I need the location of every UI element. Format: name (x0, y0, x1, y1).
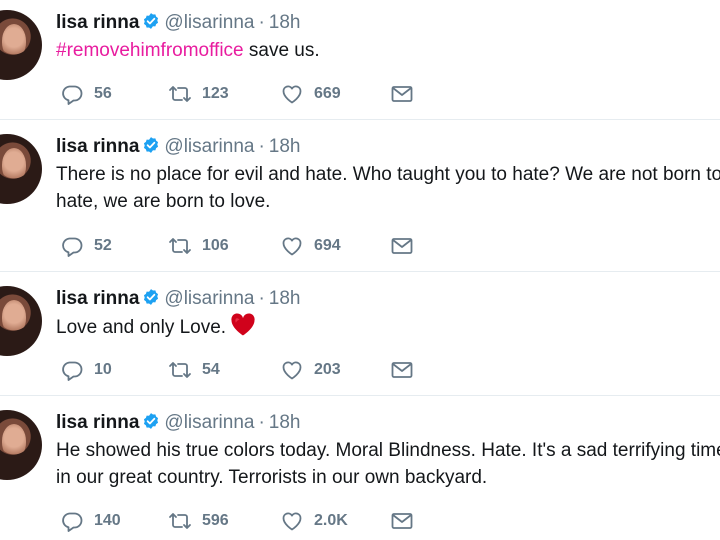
like-count: 694 (314, 237, 341, 254)
avatar[interactable] (0, 286, 42, 356)
like-button[interactable]: 694 (280, 234, 341, 258)
timestamp[interactable]: 18h (269, 288, 301, 309)
retweet-icon (169, 86, 191, 102)
like-button[interactable]: 203 (280, 358, 341, 382)
author-handle[interactable]: @lisarinna (164, 136, 254, 157)
tweet[interactable]: lisa rinna @lisarinna · 18h He showed his t… (0, 396, 720, 540)
author-handle[interactable]: @lisarinna (164, 288, 254, 309)
separator-dot: · (258, 412, 265, 433)
author-name[interactable]: lisa rinna (56, 136, 139, 157)
retweet-button[interactable]: 123 (168, 82, 229, 106)
direct-message-icon (391, 513, 413, 529)
like-icon (282, 85, 302, 104)
direct-message-icon (391, 362, 413, 378)
tweet[interactable]: lisa rinna @lisarinna · 18h Love and only L… (0, 272, 720, 394)
like-icon (282, 361, 302, 380)
avatar[interactable] (0, 134, 42, 204)
author-handle[interactable]: @lisarinna (164, 412, 254, 433)
direct-message-button[interactable] (390, 358, 414, 382)
reply-button[interactable]: 52 (60, 234, 112, 258)
tweet-text-line: Love and only Love. (56, 317, 227, 338)
tweet-text: There is no place for evil and hate. Who… (56, 161, 720, 215)
tweet-header: lisa rinna @lisarinna · 18h (56, 136, 301, 158)
tweet[interactable]: lisa rinna @lisarinna · 18h There is no pla… (0, 120, 720, 270)
reply-count: 10 (94, 361, 112, 378)
author-handle[interactable]: @lisarinna (164, 12, 254, 33)
timestamp[interactable]: 18h (269, 12, 301, 33)
retweet-button[interactable]: 106 (168, 234, 229, 258)
like-count: 203 (314, 361, 341, 378)
reply-icon (62, 237, 83, 257)
retweet-button[interactable]: 54 (168, 358, 220, 382)
like-count: 669 (314, 85, 341, 102)
tweet-text-line: in our great country. Terrorists in our … (56, 467, 488, 488)
author-name[interactable]: lisa rinna (56, 288, 139, 309)
tweet-text: #removehimfromoffice save us. (56, 37, 320, 64)
tweet-actions: 140 596 2.0K (60, 509, 440, 533)
reply-button[interactable]: 140 (60, 509, 121, 533)
separator-dot: · (258, 288, 265, 309)
retweet-button[interactable]: 596 (168, 509, 229, 533)
like-icon (282, 237, 302, 256)
reply-icon (62, 85, 83, 105)
tweet-text-line: hate, we are born to love. (56, 191, 271, 212)
retweet-icon (169, 362, 191, 378)
retweet-count: 596 (202, 512, 229, 529)
timestamp[interactable]: 18h (269, 136, 301, 157)
hashtag-link[interactable]: #removehimfromoffice (56, 40, 244, 61)
like-button[interactable]: 669 (280, 82, 341, 106)
reply-button[interactable]: 56 (60, 82, 112, 106)
retweet-icon (169, 238, 191, 254)
tweet-actions: 10 54 203 (60, 358, 440, 382)
author-name[interactable]: lisa rinna (56, 412, 139, 433)
reply-button[interactable]: 10 (60, 358, 112, 382)
verified-badge-icon (144, 413, 159, 429)
verified-badge-icon (144, 289, 159, 305)
separator-dot: · (258, 136, 265, 157)
tweet-text-line: save us. (243, 40, 320, 61)
tweet-text: He showed his true colors today. Moral B… (56, 437, 720, 491)
reply-icon (62, 361, 83, 381)
direct-message-button[interactable] (390, 82, 414, 106)
verified-badge-icon (144, 13, 159, 29)
avatar[interactable] (0, 410, 42, 480)
author-name[interactable]: lisa rinna (56, 12, 139, 33)
tweet-text: Love and only Love. (56, 313, 256, 341)
tweet-header: lisa rinna @lisarinna · 18h (56, 288, 301, 310)
tweet-header: lisa rinna @lisarinna · 18h (56, 412, 301, 434)
retweet-count: 106 (202, 237, 229, 254)
reply-count: 56 (94, 85, 112, 102)
separator-dot: · (258, 12, 265, 33)
direct-message-icon (391, 238, 413, 254)
tweet[interactable]: lisa rinna @lisarinna · 18h #removehimfromo… (0, 0, 720, 118)
tweet-text-line: There is no place for evil and hate. Who… (56, 164, 720, 185)
tweet-actions: 56 123 669 (60, 82, 440, 106)
tweet-actions: 52 106 694 (60, 234, 440, 258)
direct-message-button[interactable] (390, 509, 414, 533)
red-heart-emoji-icon (231, 313, 255, 336)
direct-message-button[interactable] (390, 234, 414, 258)
tweet-header: lisa rinna @lisarinna · 18h (56, 12, 301, 34)
tweet-text-line: He showed his true colors today. Moral B… (56, 440, 720, 461)
direct-message-icon (391, 86, 413, 102)
verified-badge-icon (144, 137, 159, 153)
retweet-icon (169, 513, 191, 529)
avatar[interactable] (0, 10, 42, 80)
timestamp[interactable]: 18h (269, 412, 301, 433)
reply-icon (62, 512, 83, 532)
reply-count: 52 (94, 237, 112, 254)
retweet-count: 123 (202, 85, 229, 102)
like-icon (282, 512, 302, 531)
like-button[interactable]: 2.0K (280, 509, 348, 533)
like-count: 2.0K (314, 512, 348, 529)
retweet-count: 54 (202, 361, 220, 378)
reply-count: 140 (94, 512, 121, 529)
